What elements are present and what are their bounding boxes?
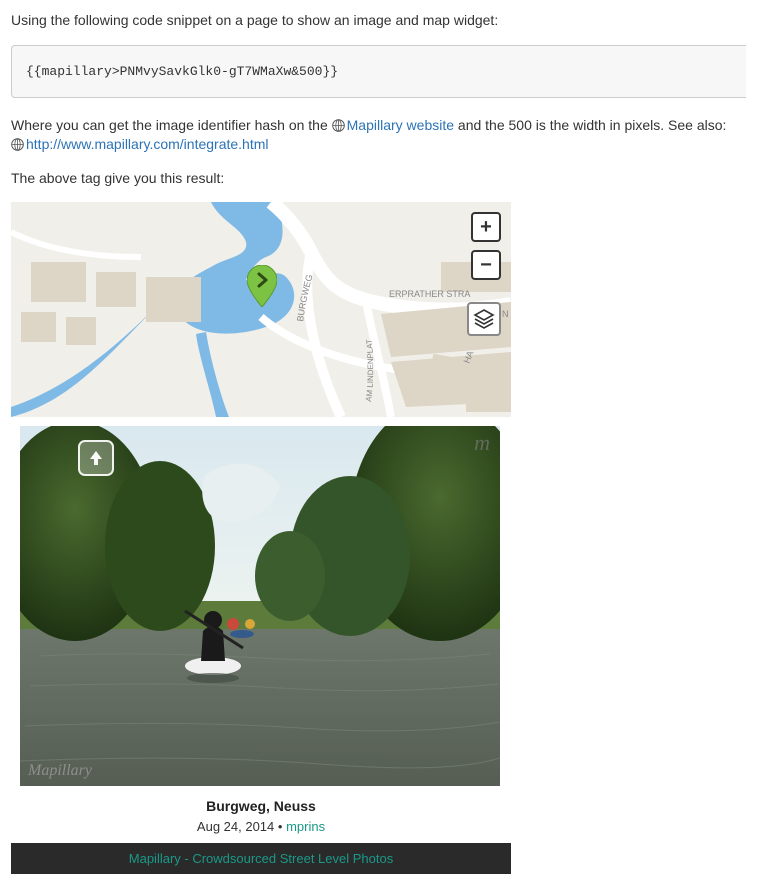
photo-pane[interactable]: m Mapillary xyxy=(20,426,500,786)
globe-icon xyxy=(11,137,24,150)
mapillary-website-link[interactable]: Mapillary website xyxy=(347,117,454,133)
layers-button[interactable] xyxy=(467,302,501,336)
svg-text:N: N xyxy=(502,309,509,319)
watermark-text: Mapillary xyxy=(28,762,92,780)
zoom-in-button[interactable]: + xyxy=(471,212,501,242)
map-graphic: BURGWEG ERPRATHER STRA AM LINDENPLAT HA … xyxy=(11,202,511,417)
widget-footer: Mapillary - Crowdsourced Street Level Ph… xyxy=(11,843,511,874)
code-snippet-block: {{mapillary>PNMvySavkGlk0-gT7WMaXw&500}} xyxy=(11,45,746,98)
map-pane[interactable]: BURGWEG ERPRATHER STRA AM LINDENPLAT HA … xyxy=(11,202,511,417)
caption-separator: • xyxy=(274,819,286,834)
explain-prefix: Where you can get the image identifier h… xyxy=(11,117,332,133)
footer-link[interactable]: Mapillary - Crowdsourced Street Level Ph… xyxy=(129,851,393,866)
map-marker[interactable] xyxy=(247,265,277,307)
map-zoom-controls: + − xyxy=(471,212,501,280)
globe-icon xyxy=(332,118,345,131)
integrate-link[interactable]: http://www.mapillary.com/integrate.html xyxy=(26,136,269,152)
mapillary-widget: BURGWEG ERPRATHER STRA AM LINDENPLAT HA … xyxy=(11,202,511,874)
arrow-up-icon xyxy=(86,448,106,468)
street-photo xyxy=(20,426,500,786)
svg-text:ERPRATHER STRA: ERPRATHER STRA xyxy=(389,289,470,299)
photo-nav-up-button[interactable] xyxy=(78,440,114,476)
photo-caption: Burgweg, Neuss Aug 24, 2014 • mprins xyxy=(11,786,511,843)
watermark-m-icon: m xyxy=(474,430,490,456)
zoom-out-button[interactable]: − xyxy=(471,250,501,280)
caption-meta: Aug 24, 2014 • mprins xyxy=(11,817,511,837)
caption-user-link[interactable]: mprins xyxy=(286,819,325,834)
caption-title: Burgweg, Neuss xyxy=(11,796,511,817)
caption-date: Aug 24, 2014 xyxy=(197,819,274,834)
result-intro-paragraph: The above tag give you this result: xyxy=(11,169,746,189)
layers-icon xyxy=(473,308,495,330)
explain-paragraph: Where you can get the image identifier h… xyxy=(11,116,746,155)
intro-paragraph: Using the following code snippet on a pa… xyxy=(11,11,746,31)
explain-middle: and the 500 is the width in pixels. See … xyxy=(454,117,726,133)
